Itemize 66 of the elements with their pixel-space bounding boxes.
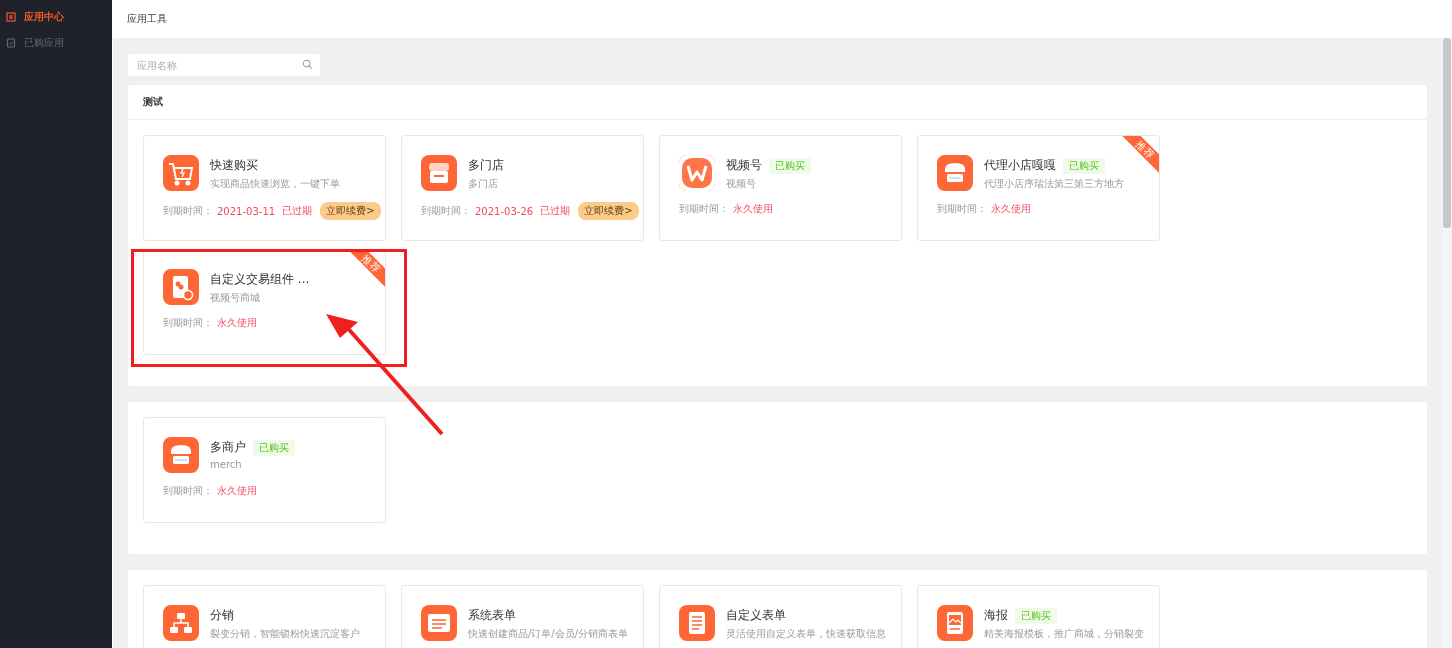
sidebar-item[interactable]: 应用中心 bbox=[0, 8, 112, 26]
purchased-badge: 已购买 bbox=[253, 439, 295, 456]
app-card[interactable]: 多商户 已购买 merch 到期时间： 永久使用 bbox=[143, 417, 386, 523]
document-icon bbox=[421, 605, 457, 641]
phone-icon bbox=[163, 269, 199, 305]
renew-button[interactable]: 立即续费> bbox=[578, 202, 639, 220]
cart-icon bbox=[163, 155, 199, 191]
page-title: 应用工具 bbox=[127, 12, 167, 26]
app-name: 自定义交易组件 ... bbox=[210, 271, 310, 288]
app-card[interactable]: 多门店 多门店 到期时间： 2021-03-26 已过期 立即续费> bbox=[401, 135, 644, 241]
app-card[interactable]: 视频号 已购买 视频号 到期时间： 永久使用 bbox=[659, 135, 902, 241]
app-name: 海报 bbox=[984, 607, 1008, 624]
picture-icon bbox=[937, 605, 973, 641]
renew-button[interactable]: 立即续费> bbox=[320, 202, 381, 220]
app-card[interactable]: 系统表单 快速创建商品/订单/会员/分销商表单 bbox=[401, 585, 644, 648]
section-title: 测试 bbox=[143, 95, 163, 109]
app-description: 裂变分销，智能锁粉快速沉淀客户 bbox=[210, 627, 360, 641]
app-name: 分销 bbox=[210, 607, 234, 624]
app-description: merch bbox=[210, 459, 243, 470]
store-icon bbox=[421, 155, 457, 191]
recommend-ribbon: 推荐 bbox=[1121, 136, 1159, 174]
app-description: 代理小店序瑞法第三第三方地方 bbox=[984, 177, 1124, 191]
purchased-badge: 已购买 bbox=[1063, 157, 1105, 174]
purchased-badge: 已购买 bbox=[769, 157, 811, 174]
search-field[interactable]: 应用名称 bbox=[128, 54, 320, 76]
app-name: 快速购买 bbox=[210, 157, 258, 174]
app-name: 系统表单 bbox=[468, 607, 516, 624]
app-name: 自定义表单 bbox=[726, 607, 786, 624]
store-icon bbox=[163, 437, 199, 473]
search-icon bbox=[302, 59, 313, 70]
expiry-label: 到期时间： bbox=[937, 202, 987, 216]
scrollbar-thumb[interactable] bbox=[1443, 38, 1451, 228]
app-name: 代理小店嘎嘎 bbox=[984, 157, 1056, 174]
grid-icon bbox=[6, 12, 16, 22]
app-card[interactable]: 快速购买 实现商品快速浏览，一键下单 到期时间： 2021-03-11 已过期 立即续费> bbox=[143, 135, 386, 241]
expiry-label: 到期时间： bbox=[163, 484, 213, 498]
expiry-label: 到期时间： bbox=[421, 204, 471, 218]
expiry-label: 到期时间： bbox=[679, 202, 729, 216]
app-description: 视频号 bbox=[726, 177, 757, 191]
app-description: 多门店 bbox=[468, 177, 499, 191]
scrollbar[interactable] bbox=[1442, 38, 1452, 648]
butterfly-icon bbox=[679, 155, 715, 191]
document-icon bbox=[6, 38, 16, 48]
app-card[interactable]: 自定义表单 灵活使用自定义表单，快速获取信息 bbox=[659, 585, 902, 648]
expiry-value: 永久使用 bbox=[733, 202, 773, 216]
store-icon bbox=[937, 155, 973, 191]
expiry-value: 永久使用 bbox=[217, 484, 257, 498]
expiry-value: 永久使用 bbox=[217, 316, 257, 330]
document-icon bbox=[679, 605, 715, 641]
app-description: 视频号商城 bbox=[210, 291, 261, 305]
app-card[interactable]: 推荐 代理小店嘎嘎 已购买 代理小店序瑞法第三第三方地方 到期时间： 永久使用 bbox=[917, 135, 1160, 241]
purchased-badge: 已购买 bbox=[1015, 607, 1057, 624]
hierarchy-icon bbox=[163, 605, 199, 641]
expired-status: 已过期 bbox=[282, 204, 313, 218]
app-description: 实现商品快速浏览，一键下单 bbox=[210, 177, 340, 191]
expiry-value: 2021-03-11 bbox=[217, 205, 276, 217]
app-card[interactable]: 海报 已购买 精美海报模板，推广商城，分销裂变 bbox=[917, 585, 1160, 648]
app-name: 多商户 bbox=[210, 439, 246, 456]
app-name: 视频号 bbox=[726, 157, 762, 174]
expired-status: 已过期 bbox=[540, 204, 571, 218]
app-card[interactable]: 分销 裂变分销，智能锁粉快速沉淀客户 bbox=[143, 585, 386, 648]
expiry-label: 到期时间： bbox=[163, 316, 213, 330]
expiry-value: 永久使用 bbox=[991, 202, 1031, 216]
expiry-label: 到期时间： bbox=[163, 204, 213, 218]
app-name: 多门店 bbox=[468, 157, 504, 174]
expiry-value: 2021-03-26 bbox=[475, 205, 534, 217]
